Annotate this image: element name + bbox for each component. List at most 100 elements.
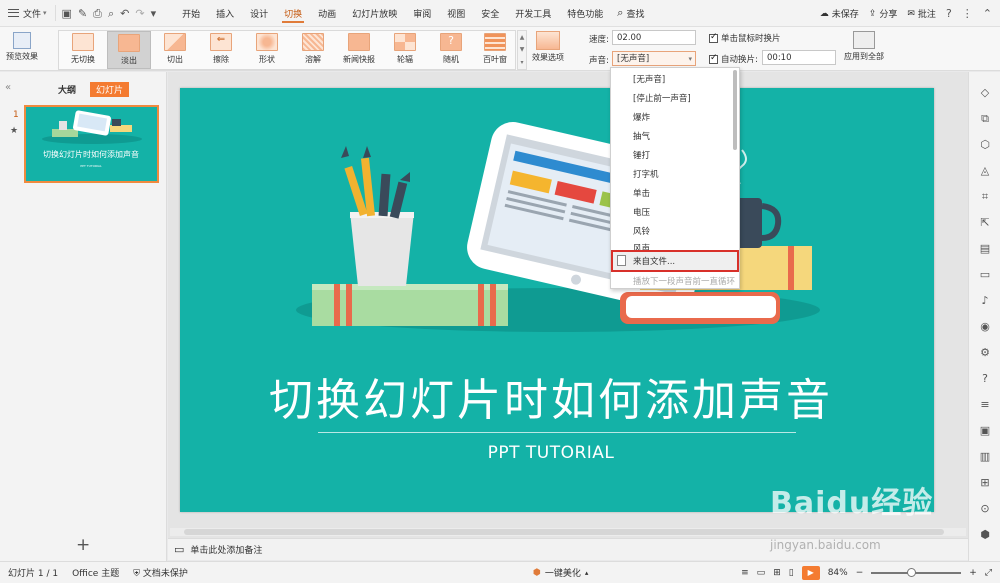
- sound-option[interactable]: [无声音]: [633, 73, 665, 85]
- preview-effect-button[interactable]: 预览效果: [6, 31, 38, 62]
- slide-thumbnail[interactable]: 切换幻灯片时如何添加声音 PPT TUTORIAL: [24, 105, 159, 183]
- help-circle-icon[interactable]: ?: [978, 372, 992, 386]
- checkbox-checked-icon: [709, 32, 718, 43]
- collapse-panel-icon[interactable]: «: [5, 82, 11, 93]
- sound-option[interactable]: 爆炸: [633, 111, 650, 123]
- redo-icon[interactable]: ↷: [135, 8, 144, 19]
- tab-transitions[interactable]: 切换: [276, 0, 310, 26]
- dropdown-scrollbar[interactable]: [733, 70, 737, 150]
- effect-dissolve[interactable]: 溶解: [291, 31, 335, 69]
- play-slideshow-button[interactable]: ▶: [801, 565, 820, 580]
- more-icon[interactable]: ▾: [151, 8, 157, 19]
- undo-icon[interactable]: ↶: [120, 8, 129, 19]
- audio-icon[interactable]: ♪: [978, 294, 992, 308]
- search-box[interactable]: ⌕ 查找: [617, 6, 644, 20]
- effects-icon[interactable]: ◬: [978, 164, 992, 178]
- effect-shape[interactable]: 形状: [245, 31, 289, 69]
- protection-status[interactable]: ⛨ 文档未保护: [133, 566, 188, 579]
- location-icon[interactable]: ⊙: [978, 502, 992, 516]
- format-painter-icon[interactable]: ✎: [78, 8, 87, 19]
- tab-view[interactable]: 视图: [439, 0, 473, 26]
- effect-fade[interactable]: 淡出: [107, 31, 151, 69]
- auto-advance-time-input[interactable]: 00:10: [762, 50, 836, 65]
- beautify-button[interactable]: ⬢ 一键美化 ▴: [533, 566, 588, 580]
- print-icon[interactable]: ⎙: [93, 8, 102, 19]
- zoom-out-icon[interactable]: −: [856, 568, 864, 578]
- tab-slideshow[interactable]: 幻灯片放映: [344, 0, 405, 26]
- layers-icon[interactable]: ⧉: [978, 112, 992, 126]
- slide-icon[interactable]: ▭: [978, 268, 992, 282]
- sound-option[interactable]: 抽气: [633, 130, 650, 142]
- effect-newsflash[interactable]: 新闻快报: [337, 31, 381, 69]
- table-icon[interactable]: ⊞: [978, 476, 992, 490]
- gallery-scroll[interactable]: ▲ ▼ ▾: [517, 30, 527, 70]
- horizontal-scrollbar[interactable]: [170, 528, 966, 536]
- zoom-slider-knob[interactable]: [907, 567, 917, 577]
- loop-option[interactable]: 播放下一段声音前一直循环: [633, 275, 735, 287]
- more-options-icon[interactable]: ⋮: [962, 7, 973, 20]
- slide-title[interactable]: 切换幻灯片时如何添加声音: [180, 364, 922, 428]
- tab-security[interactable]: 安全: [473, 0, 507, 26]
- speed-input[interactable]: 02.00: [612, 30, 696, 45]
- normal-view-icon[interactable]: ▭: [757, 568, 766, 578]
- reading-view-icon[interactable]: ▯: [789, 568, 794, 578]
- shape-fill-icon[interactable]: ⬡: [978, 138, 992, 152]
- thumbnail-icon[interactable]: ▣: [978, 424, 992, 438]
- effect-cut[interactable]: 切出: [153, 31, 197, 69]
- sound-option[interactable]: 电压: [633, 206, 650, 218]
- tab-home[interactable]: 开始: [174, 0, 208, 26]
- save-status[interactable]: ☁ 未保存: [820, 7, 859, 21]
- tab-design[interactable]: 设计: [242, 0, 276, 26]
- help-icon[interactable]: ?: [946, 7, 952, 20]
- effect-blinds[interactable]: 百叶窗: [473, 31, 517, 69]
- tab-insert[interactable]: 插入: [208, 0, 242, 26]
- add-slide-icon[interactable]: +: [76, 535, 90, 555]
- click-advance-checkbox[interactable]: 单击鼠标时换片: [709, 32, 781, 44]
- tab-outline[interactable]: 大纲: [52, 82, 82, 97]
- file-menu[interactable]: 文件 ▾: [0, 0, 55, 26]
- export-icon[interactable]: ⇱: [978, 216, 992, 230]
- effect-options-button[interactable]: 效果选项: [532, 31, 564, 63]
- tab-review[interactable]: 审阅: [405, 0, 439, 26]
- collapse-ribbon-icon[interactable]: ⌃: [983, 7, 992, 20]
- settings-icon[interactable]: ⚙: [978, 346, 992, 360]
- effect-wheel[interactable]: 轮辐: [383, 31, 427, 69]
- zoom-in-icon[interactable]: +: [969, 568, 977, 578]
- shapes-icon[interactable]: ◇: [978, 86, 992, 100]
- adjust-icon[interactable]: ≡: [978, 398, 992, 412]
- sound-option[interactable]: 锤打: [633, 149, 650, 161]
- tab-slides[interactable]: 幻灯片: [90, 82, 130, 97]
- effect-none[interactable]: 无切换: [61, 31, 105, 69]
- slide-canvas[interactable]: 切换幻灯片时如何添加声音 PPT TUTORIAL: [180, 88, 934, 512]
- chart-icon[interactable]: ▥: [978, 450, 992, 464]
- save-icon[interactable]: ▣: [62, 8, 72, 19]
- animation-icon[interactable]: ◉: [978, 320, 992, 334]
- effect-wipe[interactable]: ⇐ 擦除: [199, 31, 243, 69]
- sound-option[interactable]: 风铃: [633, 225, 650, 237]
- sound-option[interactable]: [停止前一声音]: [633, 92, 691, 104]
- sound-select[interactable]: [无声音] ▾: [612, 51, 696, 66]
- tab-animations[interactable]: 动画: [310, 0, 344, 26]
- crop-icon[interactable]: ⌗: [978, 190, 992, 204]
- scrollbar-thumb[interactable]: [184, 529, 944, 535]
- sound-option[interactable]: 打字机: [633, 168, 659, 180]
- sound-option[interactable]: 单击: [633, 187, 650, 199]
- effect-random[interactable]: ? 随机: [429, 31, 473, 69]
- from-file-option[interactable]: 来自文件...: [611, 250, 739, 272]
- notes-toggle-icon[interactable]: ≡: [741, 568, 749, 578]
- slide-subtitle[interactable]: PPT TUTORIAL: [180, 443, 922, 463]
- archive-icon[interactable]: ▤: [978, 242, 992, 256]
- cube-icon[interactable]: ⬢: [978, 528, 992, 542]
- tab-special[interactable]: 特色功能: [559, 0, 611, 26]
- comment-button[interactable]: ✉ 批注: [907, 7, 936, 21]
- fit-window-icon[interactable]: ⤢: [985, 568, 992, 578]
- zoom-value[interactable]: 84%: [828, 568, 848, 578]
- share-button[interactable]: ⇪ 分享: [868, 7, 898, 21]
- sorter-view-icon[interactable]: ⊞: [773, 568, 781, 578]
- auto-advance-checkbox[interactable]: 自动换片:: [709, 53, 758, 65]
- zoom-slider[interactable]: [871, 567, 962, 577]
- share-icon: ⇪: [868, 8, 877, 19]
- tab-developer[interactable]: 开发工具: [507, 0, 559, 26]
- print-preview-icon[interactable]: ⌕: [108, 8, 114, 19]
- apply-to-all-button[interactable]: 应用到全部: [844, 31, 884, 62]
